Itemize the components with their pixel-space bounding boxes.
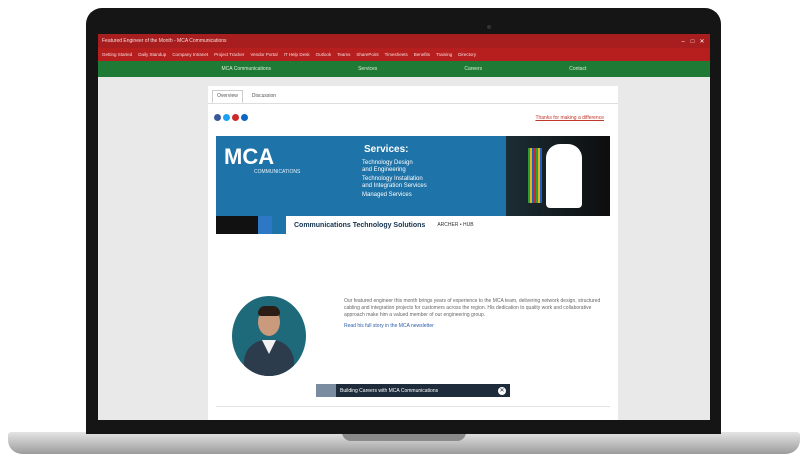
- facebook-icon[interactable]: [214, 114, 221, 121]
- fiber-optic-image: [216, 216, 286, 234]
- tab-bar: Overview Discussion: [208, 86, 618, 104]
- nav-item-home[interactable]: MCA Communications: [222, 66, 271, 72]
- bookmark-item[interactable]: Training: [436, 52, 452, 57]
- avatar-hair: [258, 306, 280, 316]
- bookmark-item[interactable]: Benefits: [414, 52, 430, 57]
- bookmark-item[interactable]: Outlook: [316, 52, 332, 57]
- service-item: and Integration Services: [362, 183, 427, 189]
- nav-item-careers[interactable]: Careers: [464, 66, 482, 72]
- page-content: Overview Discussion Thanks for making a …: [208, 86, 618, 420]
- banner-tagline: Communications Technology Solutions: [294, 221, 426, 229]
- bookmark-item[interactable]: Timesheets: [385, 52, 408, 57]
- tab-discussion[interactable]: Discussion: [247, 90, 281, 103]
- social-icons: [214, 114, 248, 121]
- tab-overview[interactable]: Overview: [212, 90, 243, 103]
- screen: Featured Engineer of the Month - MCA Com…: [98, 34, 710, 420]
- maximize-button[interactable]: □: [689, 39, 697, 45]
- service-item: and Engineering: [362, 167, 406, 173]
- bookmark-item[interactable]: Project Tracker: [214, 52, 244, 57]
- bookmark-item[interactable]: Getting Started: [102, 52, 132, 57]
- linkedin-icon[interactable]: [241, 114, 248, 121]
- bookmark-item[interactable]: Daily Standup: [138, 52, 166, 57]
- top-link[interactable]: Thanks for making a difference: [535, 115, 604, 121]
- bookmark-item[interactable]: SharePoint: [356, 52, 378, 57]
- close-button[interactable]: ✕: [698, 38, 706, 45]
- engineer-photo: [232, 296, 306, 376]
- youtube-icon[interactable]: [232, 114, 239, 121]
- video-bar[interactable]: Building Careers with MCA Communications…: [316, 384, 510, 397]
- technician-figure: [546, 144, 582, 208]
- nav-item-services[interactable]: Services: [358, 66, 377, 72]
- minimize-button[interactable]: –: [679, 39, 687, 45]
- bookmarks-bar: Getting Started Daily Standup Company In…: [98, 48, 710, 61]
- bookmark-item[interactable]: Vendor Portal: [250, 52, 277, 57]
- technician-photo: [506, 136, 610, 216]
- bookmark-item[interactable]: Company Intranet: [172, 52, 208, 57]
- partner-logos: ARCHER • HUB: [437, 222, 474, 228]
- engineer-bio: Our featured engineer this month brings …: [344, 298, 606, 334]
- services-title: Services:: [364, 144, 409, 155]
- bio-link[interactable]: Read his full story in the MCA newslette…: [344, 323, 606, 330]
- bio-paragraph: Our featured engineer this month brings …: [344, 298, 601, 318]
- service-item: Technology Installation: [362, 176, 423, 182]
- video-title[interactable]: Building Careers with MCA Communications: [340, 388, 438, 394]
- service-item: Technology Design: [362, 160, 413, 166]
- browser-titlebar: Featured Engineer of the Month - MCA Com…: [98, 34, 710, 48]
- bookmark-item[interactable]: Directory: [458, 52, 476, 57]
- video-thumbnail[interactable]: [316, 384, 336, 397]
- nav-item-contact[interactable]: Contact: [569, 66, 586, 72]
- camera-icon: [487, 25, 491, 29]
- service-item: Managed Services: [362, 192, 412, 198]
- site-nav: MCA Communications Services Careers Cont…: [98, 61, 710, 77]
- banner-strip: Communications Technology Solutions ARCH…: [216, 216, 610, 234]
- mca-logo: MCA: [224, 144, 275, 169]
- bookmark-item[interactable]: Teams: [337, 52, 350, 57]
- close-icon[interactable]: ✕: [498, 386, 506, 395]
- window-controls: – □ ✕: [679, 38, 706, 45]
- window-title: Featured Engineer of the Month - MCA Com…: [102, 38, 227, 44]
- twitter-icon[interactable]: [223, 114, 230, 121]
- mca-logo-sub: COMMUNICATIONS: [254, 169, 301, 175]
- cable-bundle: [528, 148, 542, 203]
- services-banner: MCA COMMUNICATIONS Services: Technology …: [216, 136, 610, 234]
- bookmark-item[interactable]: IT Help Desk: [284, 52, 310, 57]
- section-divider: [216, 406, 610, 407]
